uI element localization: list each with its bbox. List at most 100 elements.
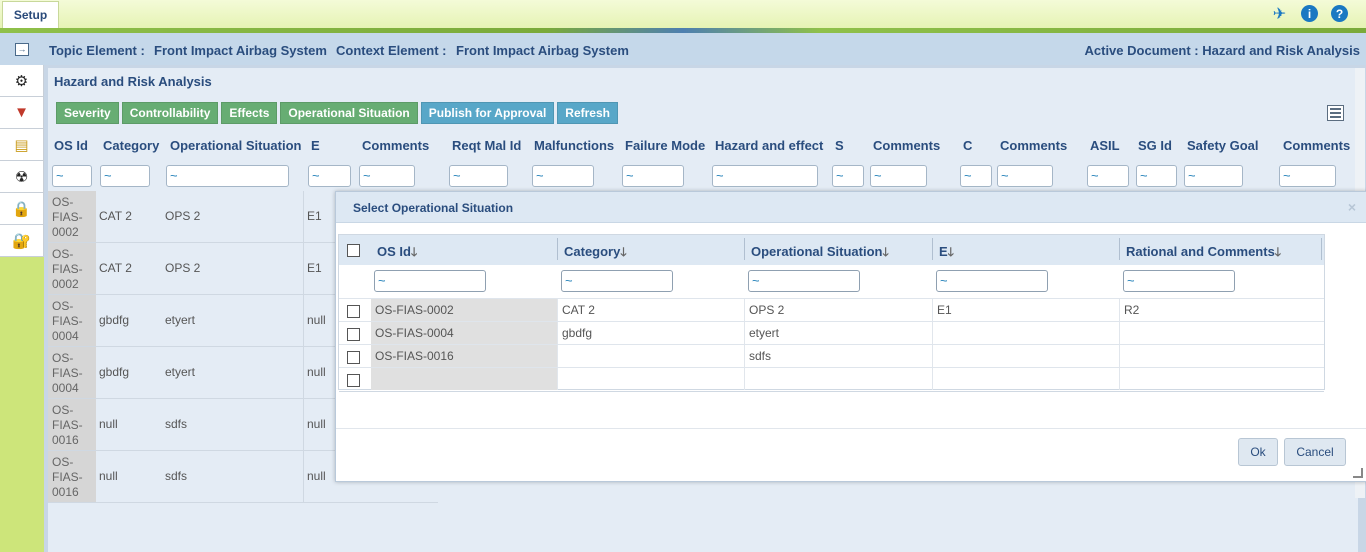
dcol-e[interactable]: E🡓 [939,243,954,264]
info-icon[interactable]: i [1301,5,1318,22]
dfilter-category[interactable]: ~ [561,270,673,292]
dialog-title: Select Operational Situation [353,201,514,215]
col-hazard-effect[interactable]: Hazard and effect [715,138,823,164]
col-os-id[interactable]: OS Id [54,138,88,164]
dfilter-e[interactable]: ~ [936,270,1048,292]
col-sg-id[interactable]: SG Id [1138,138,1172,164]
col-comments-s[interactable]: Comments [873,138,940,164]
dcol-os-id[interactable]: OS Id🡓 [377,243,417,264]
dcol-operational-situation[interactable]: Operational Situation🡓 [751,243,889,264]
dcell-e [933,368,1120,390]
controllability-button[interactable]: Controllability [121,102,219,124]
tab-setup[interactable]: Setup [2,1,59,28]
column-divider[interactable] [557,238,558,260]
row-checkbox[interactable] [347,374,360,387]
col-s[interactable]: S [835,138,844,164]
filter-sg-id[interactable]: ~ [1136,165,1177,187]
effects-button[interactable]: Effects [221,102,278,124]
list-item[interactable]: OS-FIAS-0004 gbdfg etyert [339,321,1324,345]
filter-asil[interactable]: ~ [1087,165,1129,187]
sidebar-item-settings[interactable]: ⚙ [0,65,44,97]
column-divider[interactable] [744,238,745,260]
refresh-button[interactable]: Refresh [557,102,618,124]
sort-arrow-icon: 🡓 [882,245,889,259]
filter-comments[interactable]: ~ [359,165,415,187]
dcell-e: E1 [933,299,1120,321]
col-failure-mode[interactable]: Failure Mode [625,138,705,164]
context-element-label: Context Element : [336,43,447,58]
row-category: null [99,417,118,431]
sidebar-item-database[interactable]: ▤ [0,129,44,161]
resize-handle[interactable] [1353,468,1363,478]
col-c[interactable]: C [963,138,972,164]
publish-button[interactable]: Publish for Approval [420,102,555,124]
filter-comments-s[interactable]: ~ [870,165,927,187]
filter-c[interactable]: ~ [960,165,992,187]
filter-e[interactable]: ~ [308,165,351,187]
filter-s[interactable]: ~ [832,165,864,187]
dfilter-operational-situation[interactable]: ~ [748,270,860,292]
col-safety-goal[interactable]: Safety Goal [1187,138,1259,164]
exit-icon[interactable]: → [15,43,29,56]
filter-category[interactable]: ~ [100,165,150,187]
close-icon[interactable]: × [1348,199,1356,215]
filter-reqt-mal-id[interactable]: ~ [449,165,508,187]
row-checkbox[interactable] [347,351,360,364]
filter-safety-goal[interactable]: ~ [1184,165,1243,187]
row-situation: etyert [162,347,304,398]
column-divider[interactable] [1119,238,1120,260]
row-os-id: OS- FIAS- 0004 [48,347,96,398]
dfilter-rational-comments[interactable]: ~ [1123,270,1235,292]
col-e[interactable]: E [311,138,320,164]
row-checkbox[interactable] [347,305,360,318]
col-asil[interactable]: ASIL [1090,138,1120,164]
col-comments[interactable]: Comments [362,138,429,164]
sidebar-item-hazard[interactable]: ☢ [0,161,44,193]
col-comments-c[interactable]: Comments [1000,138,1067,164]
col-malfunctions[interactable]: Malfunctions [534,138,614,164]
col-reqt-mal-id[interactable]: Reqt Mal Id [452,138,521,164]
sidebar-item-layers[interactable]: ▼ [0,97,44,129]
dcol-rational-comments[interactable]: Rational and Comments🡓 [1126,243,1281,264]
filter-malfunctions[interactable]: ~ [532,165,594,187]
list-item[interactable]: OS-FIAS-0016 sdfs [339,344,1324,368]
dcol-category[interactable]: Category🡓 [564,243,627,264]
col-category[interactable]: Category [103,138,159,164]
operational-situation-button[interactable]: Operational Situation [280,102,418,124]
dcell-category: CAT 2 [558,299,745,321]
filter-failure-mode[interactable]: ~ [622,165,684,187]
filter-operational-situation[interactable]: ~ [166,165,289,187]
col-operational-situation[interactable]: Operational Situation [170,138,301,164]
sort-arrow-icon: 🡓 [947,245,954,259]
select-all-checkbox[interactable] [347,244,360,257]
list-item[interactable] [339,367,1324,392]
col-comments-sg[interactable]: Comments [1283,138,1350,164]
dfilter-os-id[interactable]: ~ [374,270,486,292]
sidebar-item-security[interactable]: 🔒 [0,193,44,225]
dialog-grid-header: OS Id🡓 Category🡓 Operational Situation🡓 … [339,235,1324,265]
grid-settings-icon[interactable] [1327,105,1344,121]
filter-os-id[interactable]: ~ [52,165,92,187]
pin-icon[interactable]: ✈ [1271,5,1288,23]
list-item[interactable]: OS-FIAS-0002 CAT 2 OPS 2 E1 R2 [339,298,1324,322]
toolbar: Severity Controllability Effects Operati… [56,102,618,124]
filter-comments-c[interactable]: ~ [997,165,1053,187]
filter-hazard-effect[interactable]: ~ [712,165,818,187]
filter-comments-sg[interactable]: ~ [1279,165,1336,187]
help-icon[interactable]: ? [1331,5,1348,22]
sidebar-item-locked[interactable]: 🔐 [0,225,44,257]
row-checkbox[interactable] [347,328,360,341]
severity-button[interactable]: Severity [56,102,119,124]
active-document: Active Document : Hazard and Risk Analys… [1084,43,1361,58]
dcell-category [558,368,745,390]
dcell-e [933,322,1120,344]
ok-button[interactable]: Ok [1238,438,1278,466]
row-category: null [99,469,118,483]
column-divider[interactable] [1321,238,1322,260]
hazard-icon: ☢ [14,168,29,186]
sidebar-toggle[interactable]: → [0,33,44,65]
database-icon: ▤ [14,136,29,154]
cancel-button[interactable]: Cancel [1284,438,1346,466]
dcell-os-id [371,368,558,390]
column-divider[interactable] [932,238,933,260]
